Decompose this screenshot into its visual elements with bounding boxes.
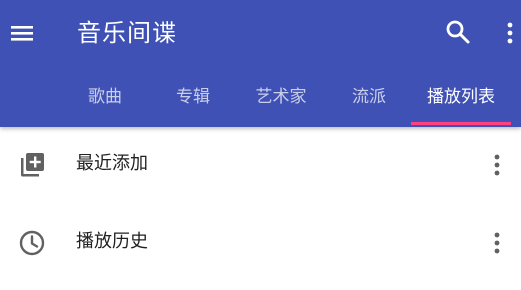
tab-playlists[interactable]: 播放列表 [421,76,501,123]
more-vert-icon[interactable] [486,151,508,179]
list-item-label: 最近添加 [76,153,148,174]
tab-artists[interactable]: 艺术家 [248,76,314,123]
more-vert-icon [507,22,513,44]
tab-albums[interactable]: 专辑 [169,76,217,123]
app-title: 音乐间谍 [77,19,177,47]
tab-genres[interactable]: 流派 [345,76,393,123]
more-vert-icon[interactable] [486,229,508,257]
app-bar: 音乐间谍 歌曲 专辑 艺术家 流派 播放列表 [0,0,521,127]
app-window: 音乐间谍 歌曲 专辑 艺术家 流派 播放列表 最近添加 播放历史 [0,0,521,290]
search-button[interactable] [444,18,472,46]
playlist-list: 最近添加 播放历史 [0,127,521,283]
tab-bar: 歌曲 专辑 艺术家 流派 播放列表 [0,76,521,125]
list-item-play-history[interactable]: 播放历史 [0,205,521,283]
hamburger-menu-icon [11,26,33,41]
list-item-label: 播放历史 [76,231,148,252]
overflow-menu-button[interactable] [499,19,521,47]
list-item-recently-added[interactable]: 最近添加 [0,127,521,205]
library-add-icon [21,153,44,177]
search-icon [446,20,470,44]
tab-songs[interactable]: 歌曲 [81,76,129,123]
active-tab-indicator [411,122,511,125]
menu-button[interactable] [8,19,36,47]
history-icon [19,230,45,256]
